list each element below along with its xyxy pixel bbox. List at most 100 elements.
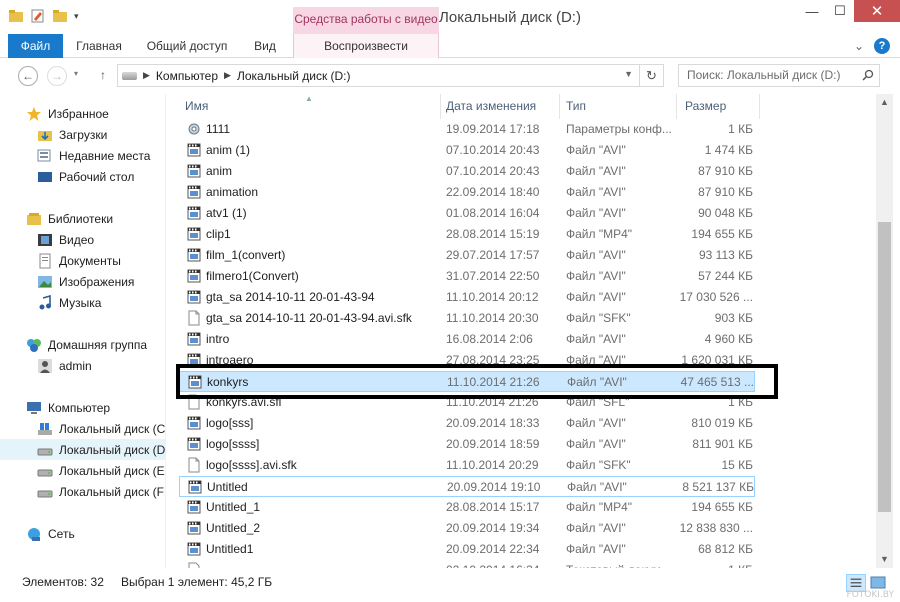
recent-locations-icon[interactable]: ▾ [74, 69, 78, 78]
scrollbar-thumb[interactable] [878, 222, 891, 512]
file-row[interactable]: konkyrs.avi.sfl 11.10.2014 21:26 Файл "SFL… [179, 392, 755, 413]
video-file-icon [187, 227, 201, 241]
back-button[interactable]: ← [18, 66, 38, 86]
file-date: 20.09.2014 18:59 [446, 437, 540, 451]
column-header-size[interactable]: Размер [685, 94, 765, 119]
sidebar-item-drive-c[interactable]: Локальный диск (C:) [0, 418, 165, 439]
sidebar-label: Документы [59, 253, 121, 268]
breadcrumb-separator-icon[interactable]: ▶ [143, 70, 150, 81]
tab-play[interactable]: Воспроизвести [293, 34, 439, 58]
file-row[interactable]: logo[sss] 20.09.2014 18:33 Файл "AVI" 810 0… [179, 413, 755, 434]
file-row[interactable]: logo[ssss] 20.09.2014 18:59 Файл "AVI" 811 … [179, 434, 755, 455]
file-name: filmero1(Convert) [206, 269, 299, 283]
forward-button[interactable]: → [47, 66, 67, 86]
address-dropdown-icon[interactable]: ▼ [624, 69, 633, 79]
file-row[interactable]: animation 22.09.2014 18:40 Файл "AVI" 87 91… [179, 182, 755, 203]
column-header-date[interactable]: Дата изменения [446, 94, 556, 119]
maximize-button[interactable]: ☐ [826, 0, 854, 22]
sidebar-item-drive-e[interactable]: Локальный диск (E:) [0, 460, 165, 481]
column-divider[interactable] [676, 94, 677, 119]
scroll-up-icon[interactable]: ▲ [876, 94, 893, 111]
up-button[interactable]: ↑ [93, 66, 113, 86]
sidebar-item-pictures[interactable]: Изображения [0, 271, 165, 292]
file-date: 11.10.2014 21:26 [447, 375, 540, 389]
file-date: 28.08.2014 15:17 [446, 500, 540, 514]
file-name: introaero [206, 353, 254, 367]
scroll-down-icon[interactable]: ▼ [876, 551, 893, 568]
sidebar-item-favorites[interactable]: Избранное [0, 103, 165, 124]
file-row[interactable]: anim 07.10.2014 20:43 Файл "AVI" 87 910 КБ [179, 161, 755, 182]
new-folder-icon[interactable] [52, 8, 68, 24]
file-row[interactable]: Untitled_1 28.08.2014 15:17 Файл "MP4" 194 … [179, 497, 755, 518]
vertical-scrollbar[interactable]: ▲ ▼ [876, 94, 893, 568]
column-header-type[interactable]: Тип [566, 94, 676, 119]
file-name: Untitled1 [206, 542, 254, 556]
downloads-folder-icon [38, 130, 52, 141]
sidebar-item-libraries[interactable]: Библиотеки [0, 208, 165, 229]
breadcrumb-computer[interactable]: Компьютер [156, 69, 218, 83]
sidebar-item-computer[interactable]: Компьютер [0, 397, 165, 418]
sidebar-item-network[interactable]: Сеть [0, 523, 165, 544]
sidebar-item-desktop[interactable]: Рабочий стол [0, 166, 165, 187]
file-row[interactable]: intro 16.08.2014 2:06 Файл "AVI" 4 960 КБ [179, 329, 755, 350]
column-divider[interactable] [440, 94, 441, 119]
file-name: gta_sa 2014-10-11 20-01-43-94 [206, 290, 375, 304]
file-size: 1 620 031 КБ [681, 353, 753, 367]
file-row[interactable]: Untitled_2 20.09.2014 19:34 Файл "AVI" 12 8… [179, 518, 755, 539]
sidebar-label: Рабочий стол [59, 169, 135, 184]
sidebar-item-downloads[interactable]: Загрузки [0, 124, 165, 145]
minimize-button[interactable]: — [798, 0, 826, 22]
sidebar-item-admin[interactable]: admin [0, 355, 165, 376]
blank-file-icon [188, 457, 200, 473]
sidebar-item-videos[interactable]: Видео [0, 229, 165, 250]
sidebar-item-drive-f[interactable]: Локальный диск (F:) [0, 481, 165, 502]
help-icon[interactable]: ? [874, 38, 890, 54]
file-row[interactable]: film_1(convert) 29.07.2014 17:57 Файл "AVI… [179, 245, 755, 266]
file-row[interactable]: logo[ssss].avi.sfk 11.10.2014 20:29 Файл "… [179, 455, 755, 476]
file-row[interactable]: filmero1(Convert) 31.07.2014 22:50 Файл "A… [179, 266, 755, 287]
column-divider[interactable] [759, 94, 760, 119]
tab-home[interactable]: Главная [68, 34, 130, 58]
close-button[interactable]: ✕ [854, 0, 900, 22]
video-file-icon [187, 248, 201, 262]
drive-icon [37, 448, 53, 455]
tab-share[interactable]: Общий доступ [138, 34, 236, 58]
file-date: 28.08.2014 15:19 [446, 227, 540, 241]
file-row[interactable]: clip1 28.08.2014 15:19 Файл "MP4" 194 655 К… [179, 224, 755, 245]
column-divider[interactable] [559, 94, 560, 119]
file-row[interactable]: 1111 19.09.2014 17:18 Параметры конф... 1 К… [179, 119, 755, 140]
qat-dropdown-icon[interactable]: ▾ [74, 11, 79, 22]
file-type: Файл "SFK" [566, 311, 631, 325]
file-row[interactable]: atv1 (1) 01.08.2014 16:04 Файл "AVI" 90 048… [179, 203, 755, 224]
properties-icon[interactable] [30, 8, 46, 24]
sidebar-item-documents[interactable]: Документы [0, 250, 165, 271]
file-row[interactable]: introaero 27.08.2014 23:25 Файл "AVI" 1 620… [179, 350, 755, 371]
search-input[interactable]: Поиск: Локальный диск (D:) [678, 64, 880, 87]
address-bar[interactable]: ▶ Компьютер ▶ Локальный диск (D:) ▼ ↻ [117, 64, 664, 87]
file-row[interactable]: gta_sa 2014-10-11 20-01-43-94.avi.sfk 11.… [179, 308, 755, 329]
file-row[interactable]: Untitled1 20.09.2014 22:34 Файл "AVI" 68 81… [179, 539, 755, 560]
column-header-name[interactable]: Имя [185, 94, 435, 119]
file-row[interactable]: konkyrs 11.10.2014 21:26 Файл "AVI" 47 465 … [179, 371, 755, 392]
file-name: logo[ssss].avi.sfk [206, 458, 297, 472]
file-row[interactable]: gta_sa 2014-10-11 20-01-43-94 11.10.2014 … [179, 287, 755, 308]
tab-file[interactable]: Файл [8, 34, 63, 58]
video-file-icon [187, 416, 201, 430]
breadcrumb-drive-d[interactable]: Локальный диск (D:) [237, 69, 351, 83]
file-name: Untitled_2 [206, 521, 261, 535]
breadcrumb-separator-icon[interactable]: ▶ [224, 70, 231, 81]
file-name: anim (1) [206, 143, 251, 157]
sidebar-item-homegroup[interactable]: Домашняя группа [0, 334, 165, 355]
sidebar-item-music[interactable]: Музыка [0, 292, 165, 313]
refresh-button[interactable]: ↻ [639, 65, 663, 86]
file-row[interactable]: anim (1) 07.10.2014 20:43 Файл "AVI" 1 474 … [179, 140, 755, 161]
search-icon[interactable] [862, 69, 874, 81]
ribbon-expand-icon[interactable]: ⌄ [854, 39, 864, 53]
file-row[interactable]: Untitled 20.09.2014 19:10 Файл "AVI" 8 521 … [179, 476, 755, 497]
file-type: Файл "AVI" [566, 206, 626, 220]
file-type: Файл "AVI" [566, 521, 626, 535]
tab-view[interactable]: Вид [246, 34, 284, 58]
file-row[interactable]: ...02.10.2014 16:34Текстовый докум...1 К… [179, 560, 755, 568]
sidebar-item-recent-places[interactable]: Недавние места [0, 145, 165, 166]
sidebar-item-drive-d[interactable]: Локальный диск (D:) [0, 439, 165, 460]
